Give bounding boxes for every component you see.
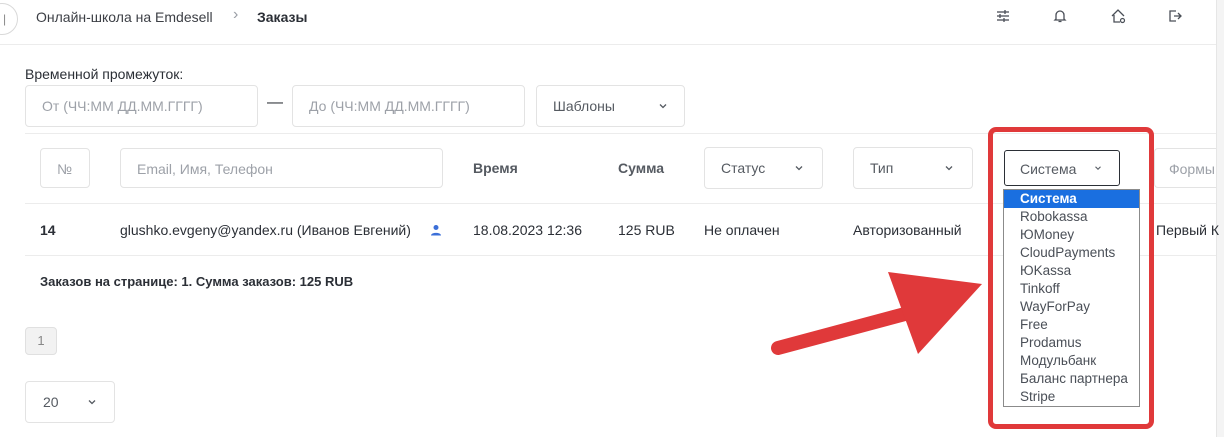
number-filter[interactable]: № — [40, 148, 90, 188]
page-size-value: 20 — [43, 394, 59, 410]
templates-label: Шаблоны — [553, 98, 615, 114]
order-status: Не оплачен — [704, 222, 780, 238]
date-range-dash: — — [267, 94, 283, 111]
forms-filter-label: Формы — [1169, 161, 1215, 177]
system-option-tinkoff[interactable]: Tinkoff — [1004, 280, 1139, 298]
customer-search-placeholder: Email, Имя, Телефон — [137, 161, 273, 177]
status-filter-label: Статус — [721, 160, 766, 176]
type-filter-select[interactable]: Тип — [853, 147, 973, 189]
breadcrumb-separator: › — [233, 6, 239, 23]
amount-header: Сумма — [618, 160, 665, 176]
system-option-wayforpay[interactable]: WayForPay — [1004, 298, 1139, 316]
bell-icon[interactable] — [1052, 8, 1068, 24]
chevron-down-icon — [1095, 166, 1101, 171]
system-option-robokassa[interactable]: Robokassa — [1004, 208, 1139, 226]
status-filter-select[interactable]: Статус — [704, 147, 823, 189]
system-option-free[interactable]: Free — [1004, 316, 1139, 334]
user-icon[interactable] — [430, 224, 442, 236]
chevron-down-icon — [659, 104, 667, 109]
home-settings-icon[interactable] — [1110, 8, 1126, 24]
system-option-cloudpayments[interactable]: CloudPayments — [1004, 244, 1139, 262]
order-number[interactable]: 14 — [40, 222, 56, 238]
breadcrumb-current: Заказы — [257, 9, 308, 25]
sliders-icon[interactable] — [995, 8, 1011, 24]
annotation-arrow-icon — [771, 272, 982, 355]
chevron-down-icon — [945, 166, 953, 171]
page-size-select[interactable]: 20 — [25, 381, 115, 423]
collapse-icon: | — [3, 12, 7, 26]
time-header: Время — [473, 160, 518, 176]
date-to-input[interactable]: До (ЧЧ:ММ ДД.ММ.ГГГГ) — [292, 85, 525, 127]
order-type: Авторизованный — [853, 222, 962, 238]
date-from-placeholder: От (ЧЧ:ММ ДД.ММ.ГГГГ) — [42, 98, 203, 114]
system-filter-label: Система — [1020, 161, 1077, 177]
templates-select[interactable]: Шаблоны — [536, 85, 685, 127]
chevron-down-icon — [795, 166, 803, 171]
date-to-placeholder: До (ЧЧ:ММ ДД.ММ.ГГГГ) — [309, 98, 470, 114]
customer-search-input[interactable]: Email, Имя, Телефон — [120, 148, 443, 188]
top-bar: | Онлайн-школа на Emdesell › Заказы — [0, 0, 1216, 45]
system-option-partner-balance[interactable]: Баланс партнера — [1004, 370, 1139, 388]
sidebar-toggle-button[interactable]: | — [0, 3, 18, 35]
order-amount: 125 RUB — [618, 222, 675, 238]
date-from-input[interactable]: От (ЧЧ:ММ ДД.ММ.ГГГГ) — [25, 85, 258, 127]
breadcrumb-home[interactable]: Онлайн-школа на Emdesell — [36, 9, 213, 25]
system-option-modulbank[interactable]: Модульбанк — [1004, 352, 1139, 370]
time-range-label: Временной промежуток: — [25, 66, 184, 82]
system-option-yumoney[interactable]: ЮMoney — [1004, 226, 1139, 244]
order-form: Первый К — [1156, 222, 1219, 238]
page-button-1[interactable]: 1 — [25, 327, 57, 355]
number-header: № — [57, 161, 73, 177]
scrollbar[interactable] — [1216, 0, 1224, 437]
system-dropdown-list[interactable]: Система Robokassa ЮMoney CloudPayments Ю… — [1003, 189, 1140, 407]
chevron-down-icon — [88, 400, 96, 405]
system-option-stripe[interactable]: Stripe — [1004, 388, 1139, 406]
order-customer[interactable]: glushko.evgeny@yandex.ru (Иванов Евгений… — [120, 222, 411, 238]
system-filter-select[interactable]: Система — [1004, 150, 1120, 186]
system-option-yukassa[interactable]: ЮKassa — [1004, 262, 1139, 280]
system-option-selected[interactable]: Система — [1004, 190, 1139, 208]
orders-summary: Заказов на странице: 1. Сумма заказов: 1… — [40, 274, 354, 289]
logout-icon[interactable] — [1167, 8, 1183, 24]
type-filter-label: Тип — [870, 160, 894, 176]
system-option-prodamus[interactable]: Prodamus — [1004, 334, 1139, 352]
order-time: 18.08.2023 12:36 — [473, 222, 582, 238]
forms-filter-select[interactable]: Формы — [1154, 148, 1216, 188]
